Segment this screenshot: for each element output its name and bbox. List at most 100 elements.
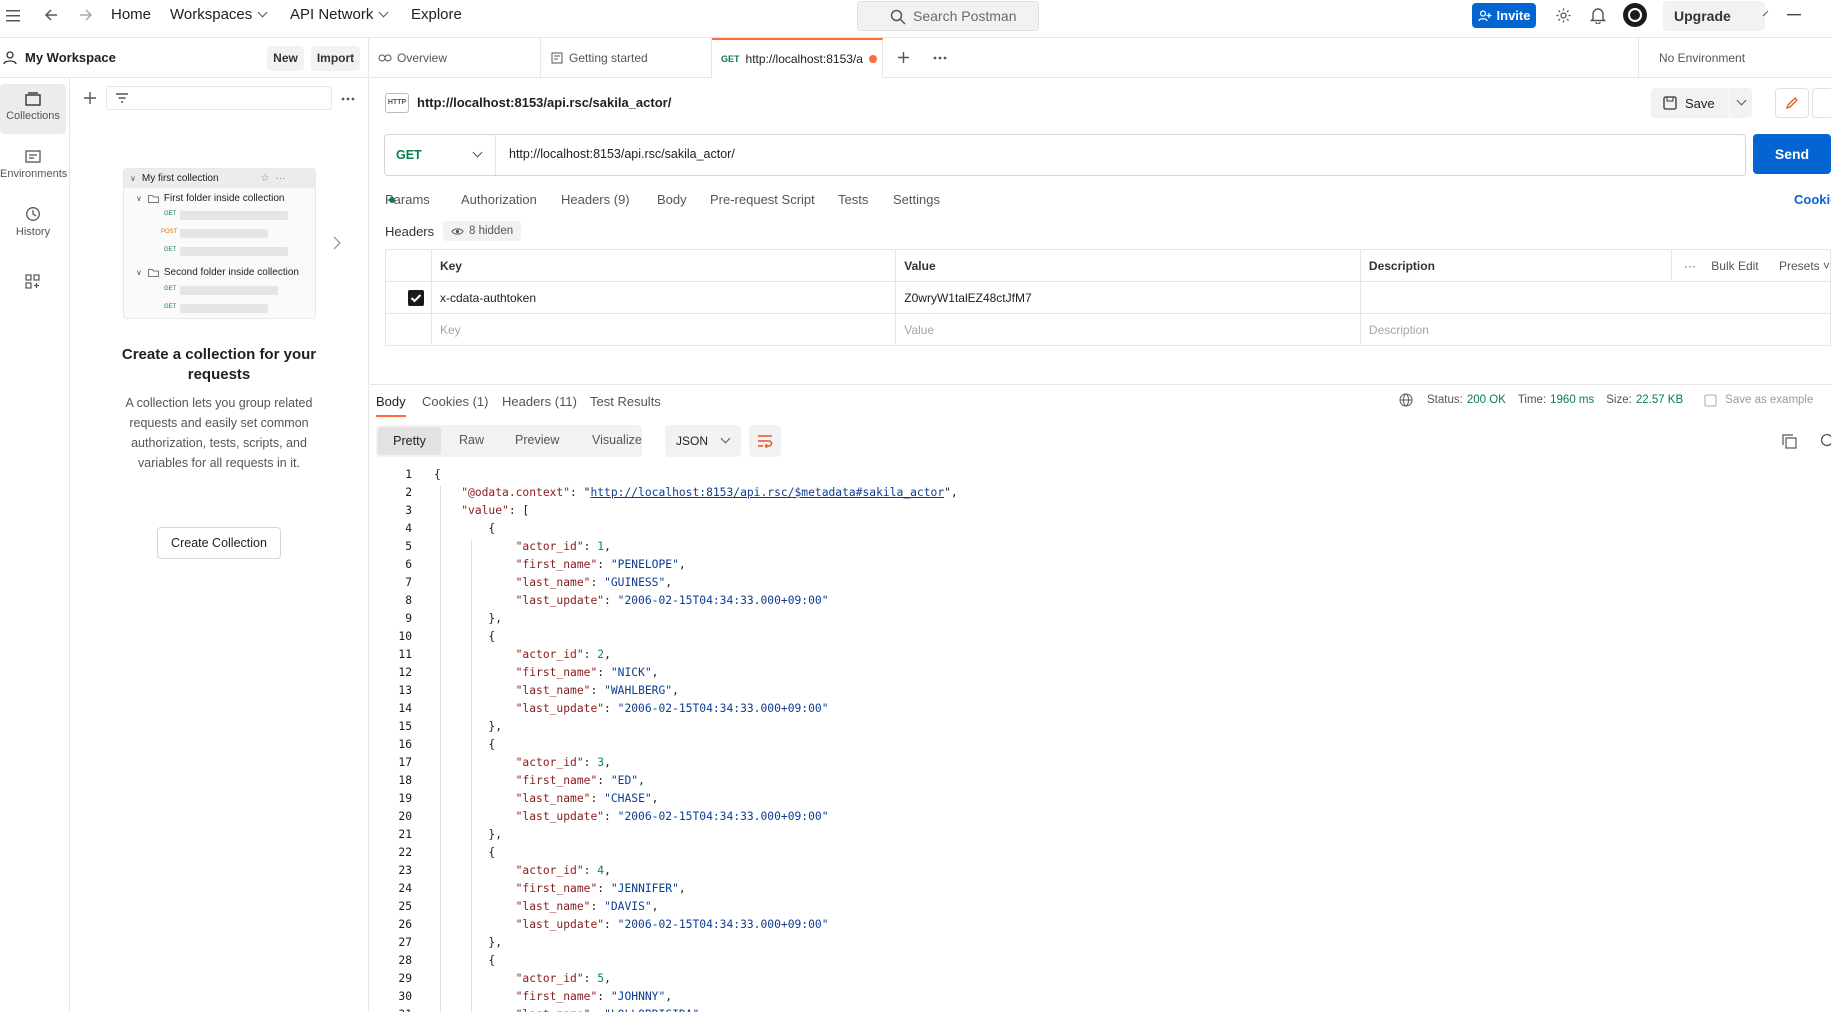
filter-icon (116, 93, 128, 103)
code-line: { (434, 954, 496, 967)
tab-overview[interactable]: Overview (370, 38, 541, 78)
status-value[interactable]: 200 OK (1467, 394, 1506, 406)
tab-tests[interactable]: Tests (838, 192, 868, 207)
line-number: 11 (398, 648, 412, 661)
line-number: 23 (398, 864, 412, 877)
chevron-down-icon: ∨ (130, 174, 136, 183)
method-select[interactable]: GET (385, 135, 496, 175)
header-description-cell[interactable] (1359, 281, 1831, 314)
tab-response-headers[interactable]: Headers (11) (502, 394, 577, 409)
minimize-icon[interactable] (1787, 14, 1801, 16)
line-number: 10 (398, 630, 412, 643)
save-as-example-link[interactable]: Save as example (1725, 394, 1813, 406)
more-options-icon[interactable] (341, 97, 355, 101)
wrap-lines-icon[interactable] (749, 425, 781, 457)
response-body-code[interactable]: 1 {2 "@odata.context": "http://localhost:… (370, 459, 1831, 1012)
bulk-edit-link[interactable]: Bulk Edit (1711, 259, 1758, 273)
nav-workspaces[interactable]: Workspaces (170, 6, 268, 23)
format-label: JSON (676, 434, 709, 448)
environment-selector[interactable]: No Environment (1638, 38, 1831, 78)
save-button[interactable]: Save (1651, 88, 1752, 118)
format-select[interactable]: JSON (665, 425, 741, 457)
request-title[interactable]: http://localhost:8153/api.rsc/sakila_act… (417, 95, 671, 110)
invite-button[interactable]: Invite (1472, 3, 1536, 28)
code-line: }, (434, 828, 503, 841)
presets-link[interactable]: Presets ˅ (1779, 259, 1830, 273)
key-placeholder[interactable]: Key (430, 313, 897, 346)
view-visualize[interactable]: Visualize (592, 433, 642, 447)
illustration-bar (180, 304, 268, 313)
tab-response-body[interactable]: Body (376, 394, 406, 417)
user-icon (3, 50, 17, 64)
edit-pencil-icon[interactable] (1775, 88, 1809, 118)
tab-options-icon[interactable] (933, 56, 947, 60)
search-response-icon[interactable] (1819, 433, 1831, 449)
sidebar-item-label: History (15, 226, 51, 238)
filter-input[interactable] (106, 86, 332, 110)
upgrade-button[interactable]: Upgrade (1663, 1, 1769, 31)
nav-api-network[interactable]: API Network (290, 6, 389, 23)
nav-home[interactable]: Home (111, 6, 151, 23)
globe-icon[interactable] (1399, 393, 1413, 407)
code-line: "last_name": "DAVIS", (515, 900, 659, 913)
chevron-down-icon: ∨ (136, 194, 142, 203)
code-line: "last_update": "2006-02-15T04:34:33.000+… (515, 594, 829, 607)
folder-icon (147, 195, 159, 203)
forward-arrow-icon[interactable] (79, 8, 93, 22)
create-collection-button[interactable]: Create Collection (157, 527, 281, 559)
hidden-headers-toggle[interactable]: 8 hidden (443, 221, 522, 241)
header-key-cell[interactable]: x-cdata-authtoken (430, 281, 897, 314)
tab-body[interactable]: Body (657, 192, 687, 207)
sidebar-item-collections[interactable]: Collections (0, 84, 66, 134)
new-tab-icon[interactable] (897, 51, 910, 64)
illustration-req: GET (164, 304, 177, 310)
view-preview[interactable]: Preview (515, 433, 559, 447)
checkbox-checked-icon (408, 289, 424, 306)
line-number: 5 (405, 540, 412, 553)
add-collection-icon[interactable] (83, 91, 97, 105)
copy-icon[interactable] (1782, 434, 1797, 449)
avatar[interactable] (1623, 3, 1647, 27)
menu-icon[interactable] (6, 10, 20, 22)
tab-response-cookies[interactable]: Cookies (1) (422, 394, 488, 409)
tab-params[interactable]: Params (385, 192, 430, 207)
header-value-cell[interactable]: Z0wryW1talEZ48ctJfM7 (895, 281, 1361, 314)
more-options-icon[interactable]: ··· (1684, 259, 1696, 273)
sidebar-item-apps[interactable] (0, 270, 66, 300)
tab-test-results[interactable]: Test Results (590, 394, 661, 409)
nav-explore[interactable]: Explore (411, 6, 462, 23)
search-input[interactable]: Search Postman (857, 1, 1039, 31)
document-icon (551, 52, 563, 64)
code-line: "last_update": "2006-02-15T04:34:33.000+… (515, 918, 829, 931)
response-divider (370, 384, 1831, 385)
tab-settings[interactable]: Settings (893, 192, 940, 207)
size-value[interactable]: 22.57 KB (1636, 394, 1683, 406)
back-arrow-icon[interactable] (44, 8, 58, 22)
tab-authorization[interactable]: Authorization (461, 192, 537, 207)
code-line: "actor_id": 3, (515, 756, 611, 769)
invite-label: Invite (1496, 8, 1531, 23)
value-placeholder[interactable]: Value (895, 313, 1361, 346)
line-number: 16 (398, 738, 412, 751)
tab-label: Overview (397, 51, 448, 65)
illustration-bar (180, 211, 288, 220)
send-button[interactable]: Send (1753, 134, 1831, 174)
tab-getting-started[interactable]: Getting started (541, 38, 712, 78)
chevron-right-icon[interactable] (333, 236, 341, 250)
url-input[interactable]: http://localhost:8153/api.rsc/sakila_act… (509, 147, 735, 161)
save-example-icon (1704, 394, 1717, 406)
settings-gear-icon[interactable] (1555, 7, 1572, 24)
time-value[interactable]: 1960 ms (1550, 394, 1594, 406)
comments-icon[interactable] (1812, 88, 1831, 118)
notifications-bell-icon[interactable] (1590, 7, 1606, 24)
cookies-link[interactable]: Cookies (1794, 192, 1831, 207)
sidebar-item-environments[interactable]: Environments (0, 142, 67, 192)
view-pretty[interactable]: Pretty (378, 427, 441, 455)
row-checkbox[interactable] (385, 281, 432, 314)
sidebar-item-history[interactable]: History (0, 198, 66, 248)
description-placeholder[interactable]: Description (1359, 313, 1831, 346)
presets-label: Presets (1778, 258, 1820, 273)
view-raw[interactable]: Raw (459, 433, 484, 447)
tab-pre-request-script[interactable]: Pre-request Script (710, 192, 815, 207)
tab-active-request[interactable]: GET http://localhost:8153/a (712, 38, 883, 78)
